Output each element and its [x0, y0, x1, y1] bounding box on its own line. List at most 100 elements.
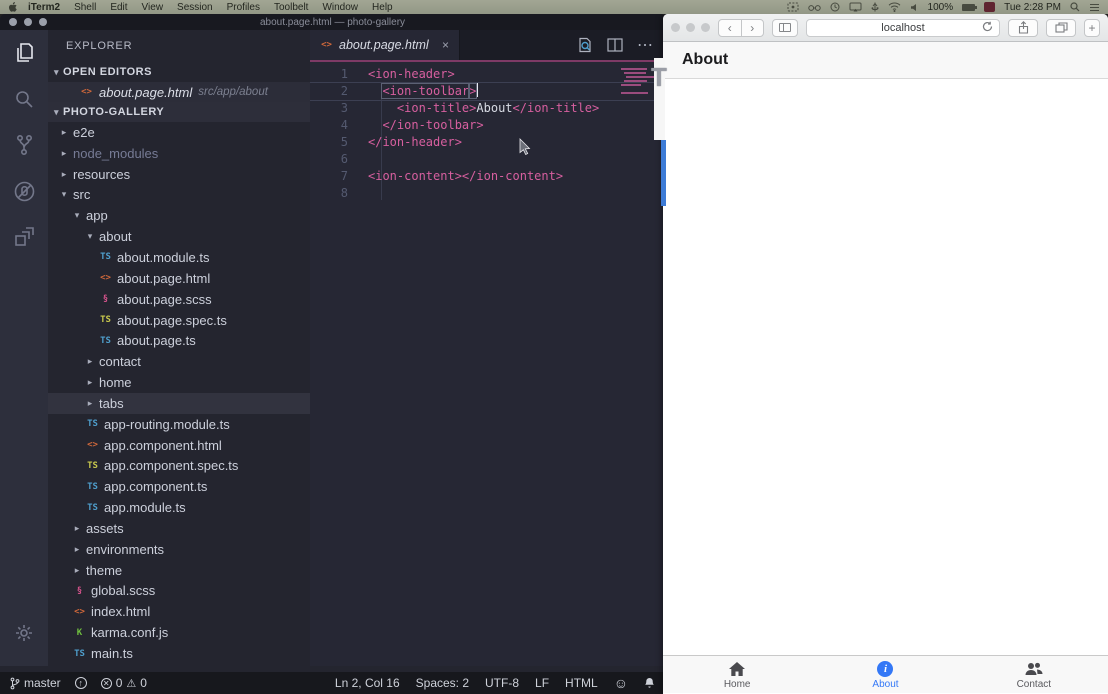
language-mode[interactable]: HTML	[565, 676, 598, 690]
code-line-3[interactable]: 3 <ion-title>About</ion-title>	[310, 100, 665, 117]
tree-item-about-page-scss[interactable]: §about.page.scss	[48, 289, 310, 310]
menu-item-edit[interactable]: Edit	[110, 2, 127, 13]
code-line-1[interactable]: 1<ion-header>	[310, 66, 665, 83]
close-window-button[interactable]	[9, 18, 17, 26]
volume-icon[interactable]	[910, 3, 919, 12]
source-control-icon[interactable]	[0, 122, 48, 168]
git-branch-indicator[interactable]: master	[10, 676, 61, 690]
tree-item-karma-conf-js[interactable]: Kkarma.conf.js	[48, 622, 310, 643]
close-tab-icon[interactable]: ×	[442, 38, 449, 52]
tree-item-node-modules[interactable]: ▸node_modules	[48, 143, 310, 164]
minimize-window-button[interactable]	[686, 23, 695, 32]
tree-item-environments[interactable]: ▸environments	[48, 539, 310, 560]
menu-item-view[interactable]: View	[142, 2, 164, 13]
debug-disabled-icon[interactable]	[0, 168, 48, 214]
minimize-window-button[interactable]	[24, 18, 32, 26]
menubar-app-badge[interactable]	[984, 2, 995, 12]
tree-item-app-component-ts[interactable]: TSapp.component.ts	[48, 476, 310, 497]
code-line-4[interactable]: 4 </ion-toolbar>	[310, 117, 665, 134]
menu-item-toolbelt[interactable]: Toolbelt	[274, 2, 308, 13]
glasses-icon[interactable]	[808, 3, 821, 12]
extensions-icon[interactable]	[0, 214, 48, 260]
encoding-setting[interactable]: UTF-8	[485, 676, 519, 690]
tree-item-home[interactable]: ▸home	[48, 372, 310, 393]
reload-icon[interactable]	[982, 21, 993, 35]
open-preview-icon[interactable]	[577, 37, 593, 53]
menu-item-profiles[interactable]: Profiles	[227, 2, 260, 13]
indentation-setting[interactable]: Spaces: 2	[416, 676, 469, 690]
code-editor[interactable]: 1<ion-header>2 <ion-toolbar>3 <ion-title…	[310, 62, 665, 666]
tab-about-page-html[interactable]: <> about.page.html ×	[310, 30, 460, 60]
eol-setting[interactable]: LF	[535, 676, 549, 690]
tree-item-main-ts[interactable]: TSmain.ts	[48, 643, 310, 664]
sync-changes-button[interactable]: ↑	[75, 677, 87, 689]
forward-button[interactable]: ›	[742, 21, 764, 35]
tree-item-app-routing-module-ts[interactable]: TSapp-routing.module.ts	[48, 414, 310, 435]
notification-center-icon[interactable]	[1089, 3, 1100, 12]
apple-menu-icon[interactable]	[8, 2, 18, 13]
tree-item-app[interactable]: ▾app	[48, 205, 310, 226]
tree-item-about-page-spec-ts[interactable]: TSabout.page.spec.ts	[48, 310, 310, 331]
feedback-smiley-icon[interactable]: ☺	[614, 675, 628, 691]
new-tab-button[interactable]: +	[1084, 19, 1100, 37]
address-bar[interactable]: localhost	[806, 19, 1000, 37]
capture-artifact-t: T	[646, 64, 672, 90]
clock-icon[interactable]	[830, 2, 840, 12]
project-section-header[interactable]: ▾ PHOTO-GALLERY	[48, 102, 310, 122]
screen-capture-icon[interactable]	[787, 2, 799, 12]
usb-icon[interactable]	[871, 2, 879, 13]
tree-item-e2e[interactable]: ▸e2e	[48, 122, 310, 143]
tree-item-about-module-ts[interactable]: TSabout.module.ts	[48, 247, 310, 268]
close-window-button[interactable]	[671, 23, 680, 32]
explorer-icon[interactable]	[0, 30, 48, 76]
spotlight-search-icon[interactable]	[1070, 2, 1080, 12]
code-line-6[interactable]: 6	[310, 151, 665, 168]
tree-item-app-component-html[interactable]: <>app.component.html	[48, 435, 310, 456]
airplay-display-icon[interactable]	[849, 2, 862, 12]
sidebar-toggle-button[interactable]	[772, 19, 798, 37]
menu-item-help[interactable]: Help	[372, 2, 393, 13]
tree-item-theme[interactable]: ▸theme	[48, 560, 310, 581]
tree-item-resources[interactable]: ▸resources	[48, 164, 310, 185]
tab-about[interactable]: iAbout	[845, 660, 925, 690]
tab-overview-button[interactable]	[1046, 19, 1076, 37]
notifications-bell-icon[interactable]	[644, 677, 655, 689]
tree-item-global-scss[interactable]: §global.scss	[48, 581, 310, 602]
search-icon[interactable]	[0, 76, 48, 122]
code-line-8[interactable]: 8	[310, 185, 665, 202]
tree-item-about[interactable]: ▾about	[48, 226, 310, 247]
tree-item-tabs[interactable]: ▸tabs	[48, 393, 310, 414]
tree-item-about-page-ts[interactable]: TSabout.page.ts	[48, 330, 310, 351]
menu-item-session[interactable]: Session	[177, 2, 213, 13]
problems-indicator[interactable]: ✕ 0 ⚠ 0	[101, 676, 147, 690]
back-button[interactable]: ‹	[719, 21, 741, 35]
code-line-2[interactable]: 2 <ion-toolbar>	[310, 83, 665, 100]
vscode-titlebar[interactable]: about.page.html — photo-gallery	[0, 14, 665, 30]
share-button[interactable]	[1008, 19, 1038, 37]
code-line-5[interactable]: 5</ion-header>	[310, 134, 665, 151]
tab-contact[interactable]: Contact	[994, 660, 1074, 690]
open-editors-header[interactable]: ▾ OPEN EDITORS	[48, 62, 310, 82]
battery-icon[interactable]	[962, 4, 975, 11]
code-line-7[interactable]: 7<ion-content></ion-content>	[310, 168, 665, 185]
cursor-position[interactable]: Ln 2, Col 16	[335, 676, 400, 690]
menu-item-shell[interactable]: Shell	[74, 2, 96, 13]
settings-gear-icon[interactable]	[0, 610, 48, 656]
tab-home[interactable]: Home	[697, 660, 777, 690]
tree-item-about-page-html[interactable]: <>about.page.html	[48, 268, 310, 289]
tree-item-contact[interactable]: ▸contact	[48, 351, 310, 372]
menu-item-window[interactable]: Window	[322, 2, 358, 13]
more-actions-icon[interactable]: ⋯	[637, 35, 653, 55]
zoom-window-button[interactable]	[701, 23, 710, 32]
tree-item-assets[interactable]: ▸assets	[48, 518, 310, 539]
tree-item-index-html[interactable]: <>index.html	[48, 601, 310, 622]
menu-item-iterm2[interactable]: iTerm2	[28, 2, 60, 13]
split-editor-icon[interactable]	[607, 38, 623, 52]
tree-item-app-module-ts[interactable]: TSapp.module.ts	[48, 497, 310, 518]
wifi-icon[interactable]	[888, 2, 901, 12]
tree-item-src[interactable]: ▾src	[48, 185, 310, 206]
zoom-window-button[interactable]	[39, 18, 47, 26]
open-editor-item[interactable]: <> about.page.html src/app/about	[48, 82, 310, 102]
menubar-clock[interactable]: Tue 2:28 PM	[1004, 2, 1061, 13]
tree-item-app-component-spec-ts[interactable]: TSapp.component.spec.ts	[48, 456, 310, 477]
